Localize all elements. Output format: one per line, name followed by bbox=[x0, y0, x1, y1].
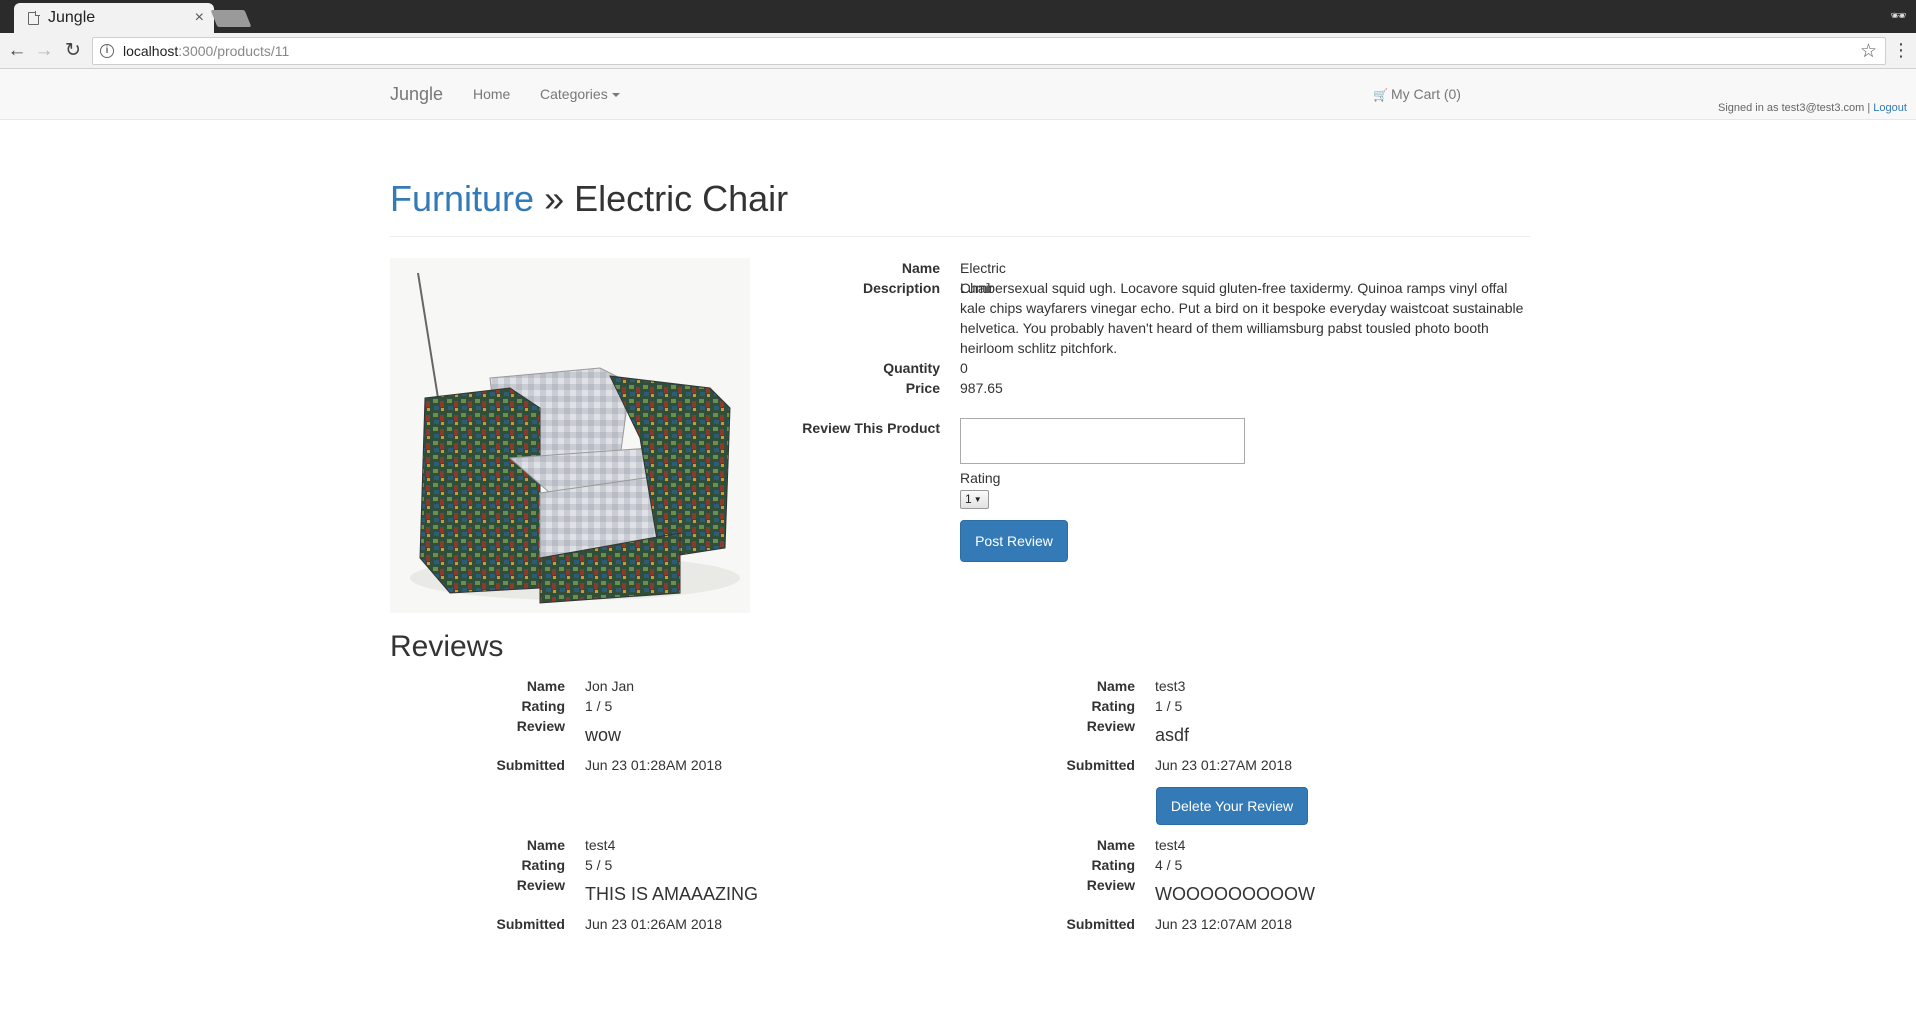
product-price: 987.65 bbox=[960, 380, 1003, 396]
cart-label: My Cart (0) bbox=[1390, 86, 1461, 102]
review-submitted: Jun 23 01:27AM 2018 bbox=[1155, 757, 1292, 773]
name-label: Name bbox=[901, 260, 940, 276]
product-image bbox=[390, 258, 750, 613]
review-form-label: Review This Product bbox=[802, 420, 940, 436]
rating-selected-value: 1 bbox=[965, 492, 972, 506]
review-author: test4 bbox=[585, 837, 616, 853]
description-label: Description bbox=[862, 280, 940, 296]
review-text-label: Review bbox=[516, 877, 565, 893]
brand-link[interactable]: Jungle bbox=[390, 84, 443, 105]
review-name-label: Name bbox=[1096, 837, 1135, 853]
categories-label: Categories bbox=[540, 86, 608, 102]
page-header: Furniture » Electric Chair bbox=[390, 175, 1530, 237]
review-text-label: Review bbox=[1086, 877, 1135, 893]
browser-tab[interactable]: Jungle × bbox=[14, 3, 214, 33]
nav-home-link[interactable]: Home bbox=[473, 86, 510, 102]
review-rating: 1 / 5 bbox=[585, 698, 613, 714]
price-label: Price bbox=[905, 380, 940, 396]
product-description: Lumbersexual squid ugh. Locavore squid g… bbox=[960, 280, 1524, 356]
quantity-label: Quantity bbox=[883, 360, 940, 376]
reviews-heading: Reviews bbox=[390, 630, 504, 663]
review-author: test3 bbox=[1155, 678, 1186, 694]
rating-select[interactable]: 1 ▼ bbox=[960, 490, 989, 509]
review-rating: 1 / 5 bbox=[1155, 698, 1183, 714]
info-icon[interactable]: i bbox=[100, 44, 114, 58]
caret-down-icon bbox=[611, 93, 620, 98]
title-separator: » bbox=[534, 178, 575, 219]
review-name-label: Name bbox=[1096, 678, 1135, 694]
review-author: Jon Jan bbox=[585, 678, 635, 694]
post-review-button[interactable]: Post Review bbox=[960, 520, 1068, 562]
bookmark-star-icon[interactable]: ☆ bbox=[1860, 40, 1877, 63]
tab-close-icon[interactable]: × bbox=[195, 9, 204, 27]
categories-dropdown[interactable]: Categories bbox=[540, 86, 620, 102]
review-rating: 4 / 5 bbox=[1155, 857, 1183, 873]
electric-chair-image bbox=[410, 272, 740, 604]
url-host: localhost bbox=[123, 43, 179, 59]
signed-in-status: Signed in as test3@test3.com | Logout bbox=[1718, 102, 1907, 114]
browser-menu-icon[interactable]: ⋮ bbox=[1892, 39, 1910, 61]
browser-tab-strip: Jungle × 🕶 bbox=[0, 0, 1916, 33]
reload-icon[interactable]: ↻ bbox=[62, 40, 84, 62]
review-text: THIS IS AMAAAZING bbox=[585, 884, 759, 904]
review-rating-label: Rating bbox=[521, 698, 565, 714]
page-title: Furniture » Electric Chair bbox=[390, 175, 1530, 223]
delete-review-button[interactable]: Delete Your Review bbox=[1156, 787, 1308, 825]
review-rating-label: Rating bbox=[1091, 698, 1135, 714]
category-link[interactable]: Furniture bbox=[390, 178, 534, 219]
forward-icon[interactable]: → bbox=[33, 40, 55, 62]
incognito-icon: 🕶 bbox=[1890, 8, 1907, 23]
review-submitted: Jun 23 01:28AM 2018 bbox=[585, 757, 722, 773]
url-path: :3000/products/11 bbox=[178, 43, 290, 59]
my-cart-link[interactable]: 🛒 My Cart (0) bbox=[1373, 86, 1461, 102]
logout-link[interactable]: Logout bbox=[1873, 102, 1907, 114]
review-text: wow bbox=[585, 725, 622, 745]
review-author: test4 bbox=[1155, 837, 1186, 853]
review-text-label: Review bbox=[1086, 718, 1135, 734]
rating-label: Rating bbox=[960, 470, 1001, 486]
review-text-input[interactable] bbox=[960, 418, 1245, 464]
review-submitted: Jun 23 01:26AM 2018 bbox=[585, 916, 722, 932]
review-rating: 5 / 5 bbox=[585, 857, 613, 873]
new-tab-button[interactable] bbox=[210, 10, 252, 27]
browser-toolbar: ← → ↻ i localhost:3000/products/11 ☆ ⋮ bbox=[0, 33, 1916, 69]
dropdown-arrow-icon: ▼ bbox=[973, 495, 982, 504]
review-submitted-label: Submitted bbox=[1066, 916, 1135, 932]
review-rating-label: Rating bbox=[1091, 857, 1135, 873]
page-icon bbox=[28, 10, 40, 25]
site-navbar: Jungle Home Categories 🛒 My Cart (0) Sign… bbox=[0, 69, 1916, 120]
review-submitted-label: Submitted bbox=[496, 916, 565, 932]
review-name-label: Name bbox=[526, 837, 565, 853]
product-title: Electric Chair bbox=[574, 178, 789, 219]
signed-in-text: Signed in as test3@test3.com | bbox=[1718, 102, 1874, 114]
address-bar[interactable]: i localhost:3000/products/11 ☆ bbox=[92, 37, 1886, 65]
review-rating-label: Rating bbox=[521, 857, 565, 873]
review-submitted: Jun 23 12:07AM 2018 bbox=[1155, 916, 1292, 932]
shopping-cart-icon: 🛒 bbox=[1373, 88, 1388, 102]
review-text-label: Review bbox=[516, 718, 565, 734]
review-submitted-label: Submitted bbox=[1066, 757, 1135, 773]
review-name-label: Name bbox=[526, 678, 565, 694]
review-text: asdf bbox=[1155, 725, 1190, 745]
back-icon[interactable]: ← bbox=[6, 40, 28, 62]
tab-title: Jungle bbox=[48, 9, 96, 26]
review-text: WOOOOOOOOOW bbox=[1155, 884, 1315, 904]
product-quantity: 0 bbox=[960, 360, 968, 376]
review-submitted-label: Submitted bbox=[496, 757, 565, 773]
